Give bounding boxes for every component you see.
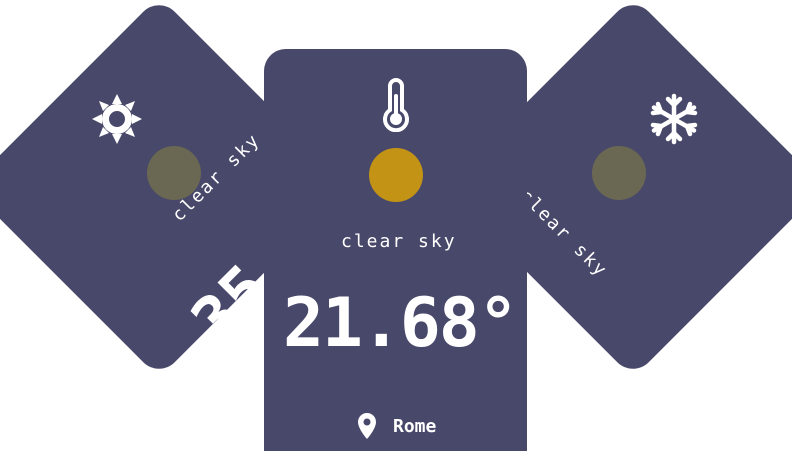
right-temperature: 5° xyxy=(527,282,582,389)
snowflake-icon xyxy=(650,93,698,145)
weather-widget: clear sky 35 clear sky 5° clear sky 21.6… xyxy=(0,0,792,451)
sun-icon xyxy=(92,94,142,144)
map-pin-icon xyxy=(358,413,376,439)
current-temperature: 21.68° xyxy=(283,284,519,363)
left-temperature: 35 xyxy=(178,251,264,359)
current-indicator-circle xyxy=(369,148,423,202)
location-row[interactable]: Rome xyxy=(355,412,436,440)
right-indicator-circle xyxy=(592,146,646,200)
thermometer-icon xyxy=(383,78,409,132)
left-card-content: clear sky 35 xyxy=(0,0,264,451)
city-name: Rome xyxy=(393,415,437,437)
right-description: clear sky xyxy=(527,185,612,282)
right-card-content: clear sky 5° xyxy=(527,0,792,451)
current-description: clear sky xyxy=(341,231,457,252)
